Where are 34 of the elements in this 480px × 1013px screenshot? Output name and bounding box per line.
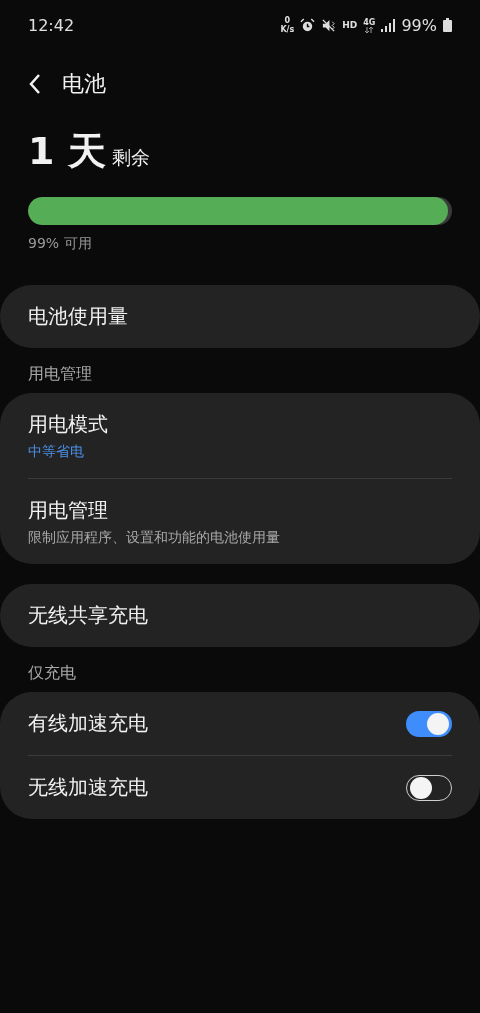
- settings-row[interactable]: 用电模式 中等省电: [28, 393, 452, 478]
- row-title: 有线加速充电: [28, 710, 149, 737]
- data-arrows-icon: [364, 26, 375, 33]
- row-title: 无线共享充电: [28, 602, 149, 629]
- row-title: 无线加速充电: [28, 774, 149, 801]
- network-type: 4G: [363, 17, 376, 27]
- toggle-switch[interactable]: [406, 710, 452, 737]
- row-title: 用电模式: [28, 410, 109, 438]
- status-time: 12:42: [28, 15, 75, 35]
- battery-percent: 99%: [401, 15, 437, 35]
- alarm-icon: [300, 17, 316, 33]
- hd-indicator: HD: [342, 20, 358, 30]
- settings-row[interactable]: 电池使用量: [28, 285, 452, 348]
- settings-row[interactable]: 无线共享充电: [28, 584, 452, 647]
- battery-icon: [443, 18, 452, 32]
- back-button[interactable]: [28, 73, 42, 95]
- settings-row[interactable]: 有线加速充电: [28, 692, 452, 755]
- net-speed-unit: K/s: [280, 25, 295, 34]
- row-title: 用电管理: [28, 496, 109, 524]
- section-header: 用电管理: [27, 364, 93, 385]
- row-title: 电池使用量: [28, 303, 129, 330]
- row-subtitle: 限制应用程序、设置和功能的电池使用量: [28, 528, 281, 547]
- signal-icon: [381, 18, 396, 32]
- page-title: 电池: [62, 70, 106, 98]
- back-icon: [28, 73, 42, 95]
- time-remaining: 1 天: [28, 128, 106, 175]
- mute-icon: [321, 17, 337, 33]
- available-label: 99% 可用: [28, 235, 93, 253]
- settings-row[interactable]: 用电管理 限制应用程序、设置和功能的电池使用量: [28, 478, 452, 564]
- net-speed-value: 0: [284, 16, 291, 25]
- row-subtitle: 中等省电: [28, 442, 85, 461]
- remaining-label: 剩余: [111, 145, 150, 170]
- settings-row[interactable]: 无线加速充电: [28, 755, 452, 819]
- section-header: 仅充电: [27, 663, 77, 684]
